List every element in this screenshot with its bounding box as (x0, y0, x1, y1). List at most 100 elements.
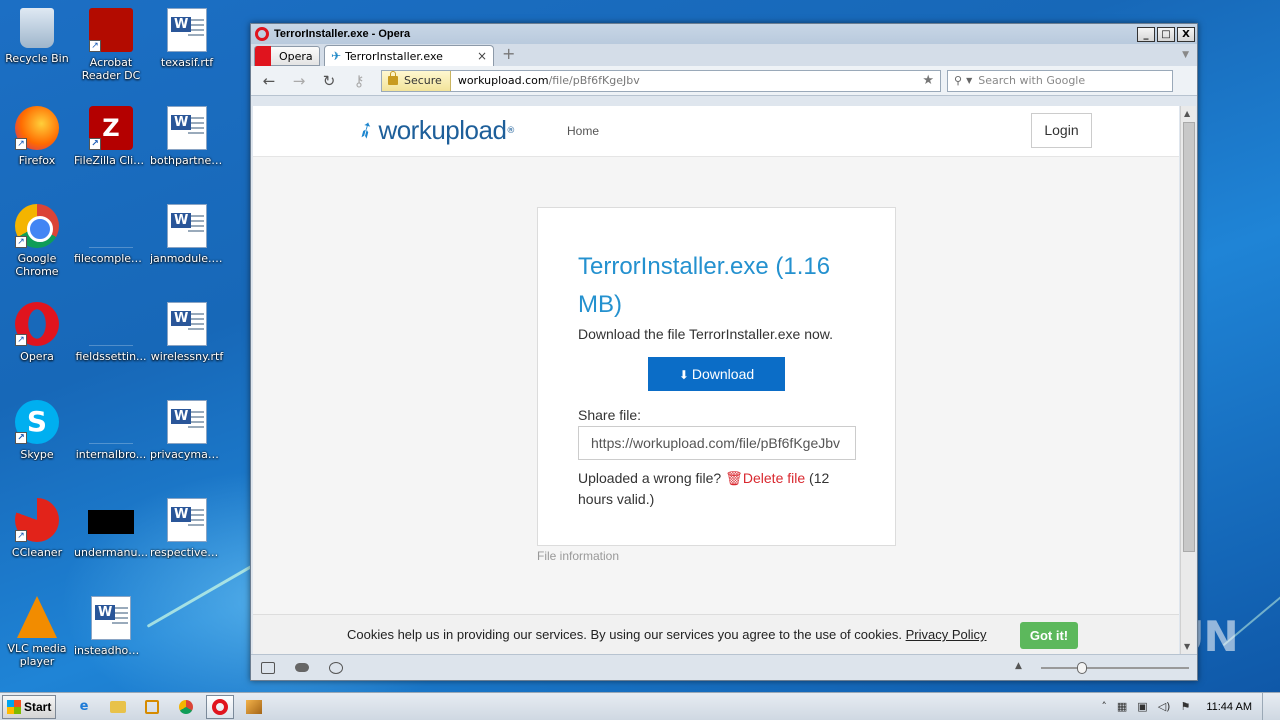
search-placeholder: Search with Google (978, 74, 1086, 87)
taskbar-file-explorer[interactable] (104, 695, 132, 719)
taskbar-internet-explorer[interactable]: e (70, 695, 98, 719)
opera-icon: ↗ (15, 302, 59, 346)
close-button[interactable]: X (1177, 26, 1195, 42)
page-viewport: ➶ workupload ® Home Login TerrorInstalle… (253, 106, 1179, 654)
secure-badge[interactable]: Secure (382, 70, 451, 91)
desktop-icon-opera[interactable]: ↗ Opera (0, 302, 74, 363)
file-card: TerrorInstaller.exe (1.16 MB) Download t… (537, 207, 896, 546)
start-button[interactable]: Start (2, 694, 56, 719)
word-document-icon (167, 302, 207, 346)
delete-file-link[interactable]: 🗑Delete file (725, 470, 805, 486)
download-icon: ⬇ (678, 368, 689, 382)
file-information-tab[interactable]: File information (537, 549, 619, 563)
tab-menu-chevron-icon[interactable]: ▼ (1182, 50, 1189, 60)
chrome-icon (179, 699, 193, 714)
desktop-icon-texasif[interactable]: texasif.rtf (150, 8, 224, 69)
desktop-icon-internalbro[interactable]: internalbro... (74, 400, 148, 461)
zoom-slider[interactable] (1041, 661, 1189, 675)
back-button[interactable]: ← (257, 72, 281, 90)
internet-explorer-icon: e (79, 699, 89, 714)
url-host: workupload.com (457, 74, 549, 87)
lock-icon (388, 71, 398, 85)
opera-menu-icon (255, 46, 271, 66)
address-bar[interactable]: Secure workupload.com/file/pBf6fKgeJbv ★ (381, 69, 941, 92)
show-hidden-icons-icon[interactable]: ˄ (1101, 700, 1107, 713)
forward-button[interactable]: → (287, 72, 311, 90)
vertical-scrollbar[interactable]: ▲ ▼ (1180, 106, 1196, 654)
desktop-icon-google-chrome[interactable]: ↗ Google Chrome (0, 204, 74, 278)
key-icon[interactable]: ⚷ (347, 72, 371, 90)
desktop-icon-firefox[interactable]: ↗ Firefox (0, 106, 74, 167)
scroll-up-icon[interactable]: ▲ (1184, 109, 1190, 118)
clock[interactable]: 11:44 AM (1206, 701, 1252, 713)
got-it-button[interactable]: Got it! (1020, 622, 1078, 649)
url-text[interactable]: workupload.com/file/pBf6fKgeJbv (451, 74, 923, 87)
blank-file-icon (89, 204, 133, 248)
taskbar-tool[interactable] (240, 695, 268, 719)
blank-file-icon (89, 400, 133, 444)
zoom-track (1041, 667, 1189, 669)
show-desktop-button[interactable] (1262, 693, 1272, 720)
desktop-icon-ccleaner[interactable]: ↗ CCleaner (0, 498, 74, 559)
taskbar-media-player[interactable] (138, 695, 166, 719)
panel-toggle-icon[interactable] (261, 661, 275, 674)
blank-file-icon (89, 302, 133, 346)
new-tab-button[interactable]: + (502, 44, 515, 63)
taskbar-chrome[interactable] (172, 695, 200, 719)
delete-file-label: Delete file (742, 470, 806, 486)
action-center-icon[interactable]: ▣ (1137, 700, 1147, 713)
minimize-button[interactable]: _ (1137, 26, 1155, 42)
zoom-knob[interactable] (1077, 662, 1087, 674)
opera-menu-label: Opera (279, 49, 313, 63)
word-document-icon (167, 106, 207, 150)
desktop-icon-insteadhom[interactable]: insteadhom... (74, 596, 148, 657)
download-button[interactable]: ⬇ Download (648, 357, 785, 391)
flag-icon[interactable]: ⚑ (1180, 700, 1190, 713)
reload-button[interactable]: ↻ (317, 72, 341, 90)
tab-terrorinstaller[interactable]: ✈ TerrorInstaller.exe × (324, 45, 494, 66)
word-document-icon (167, 498, 207, 542)
desktop-icon-janmodule[interactable]: janmodule.rtf (150, 204, 224, 265)
desktop-icon-acrobat[interactable]: ↗ Acrobat Reader DC (74, 8, 148, 82)
opera-icon (212, 698, 228, 715)
desktop-icon-filecomplex[interactable]: filecomplex.... (74, 204, 148, 265)
share-url-input[interactable]: https://workupload.com/file/pBf6fKgeJbv (578, 426, 856, 460)
volume-icon[interactable]: ◁) (1158, 700, 1171, 713)
desktop-icon-undermanu[interactable]: undermanu... (74, 498, 148, 559)
opera-link-cloud-icon[interactable] (295, 663, 309, 672)
tab-close-icon[interactable]: × (477, 49, 487, 63)
filezilla-icon: Z ↗ (89, 106, 133, 150)
desktop-icon-vlc[interactable]: VLC media player (0, 596, 74, 668)
privacy-policy-link[interactable]: Privacy Policy (906, 627, 987, 642)
search-engine-dropdown-icon[interactable]: ▼ (966, 76, 972, 85)
taskbar: Start e ˄ ▦ ▣ ◁) ⚑ 11:44 AM (0, 692, 1280, 720)
zoom-menu-icon[interactable]: ▲ (1015, 661, 1022, 671)
workupload-logo[interactable]: ➶ workupload ® (352, 115, 515, 146)
desktop-icon-recycle-bin[interactable]: Recycle Bin (0, 8, 74, 65)
desktop-icon-filezilla[interactable]: Z ↗ FileZilla Client (74, 106, 148, 167)
search-box[interactable]: ⚲ ▼ Search with Google (947, 69, 1173, 92)
nav-home-link[interactable]: Home (567, 124, 599, 138)
desktop-icon-fieldssettin[interactable]: fieldssettin... (74, 302, 148, 363)
status-bar: ▲ (251, 654, 1197, 680)
desktop-icon-bothpartner[interactable]: bothpartner... (150, 106, 224, 167)
desktop-icon-skype[interactable]: S ↗ Skype (0, 400, 74, 461)
window-titlebar[interactable]: TerrorInstaller.exe - Opera _ □ X (251, 24, 1197, 44)
desktop-icon-privacyman[interactable]: privacyman... (150, 400, 224, 461)
scrollbar-thumb[interactable] (1183, 122, 1195, 552)
maximize-button[interactable]: □ (1157, 26, 1175, 42)
navigation-bar: ← → ↻ ⚷ Secure workupload.com/file/pBf6f… (251, 66, 1197, 96)
login-button[interactable]: Login (1031, 113, 1092, 148)
desktop-icon-wirelessny[interactable]: wirelessny.rtf (150, 302, 224, 363)
scroll-down-icon[interactable]: ▼ (1184, 642, 1190, 651)
cookie-message: Cookies help us in providing our service… (347, 627, 902, 642)
bookmark-star-icon[interactable]: ★ (922, 73, 934, 88)
taskbar-opera[interactable] (206, 694, 234, 719)
system-tray: ˄ ▦ ▣ ◁) ⚑ 11:44 AM (1091, 693, 1280, 720)
network-icon[interactable]: ▦ (1117, 700, 1127, 713)
desktop-icon-respectivem[interactable]: respectivem... (150, 498, 224, 559)
opera-menu-button[interactable]: Opera (254, 46, 320, 66)
turbo-dial-icon[interactable] (329, 661, 343, 674)
tab-bar: Opera ✈ TerrorInstaller.exe × + ▼ (251, 44, 1197, 66)
start-label: Start (24, 699, 52, 714)
